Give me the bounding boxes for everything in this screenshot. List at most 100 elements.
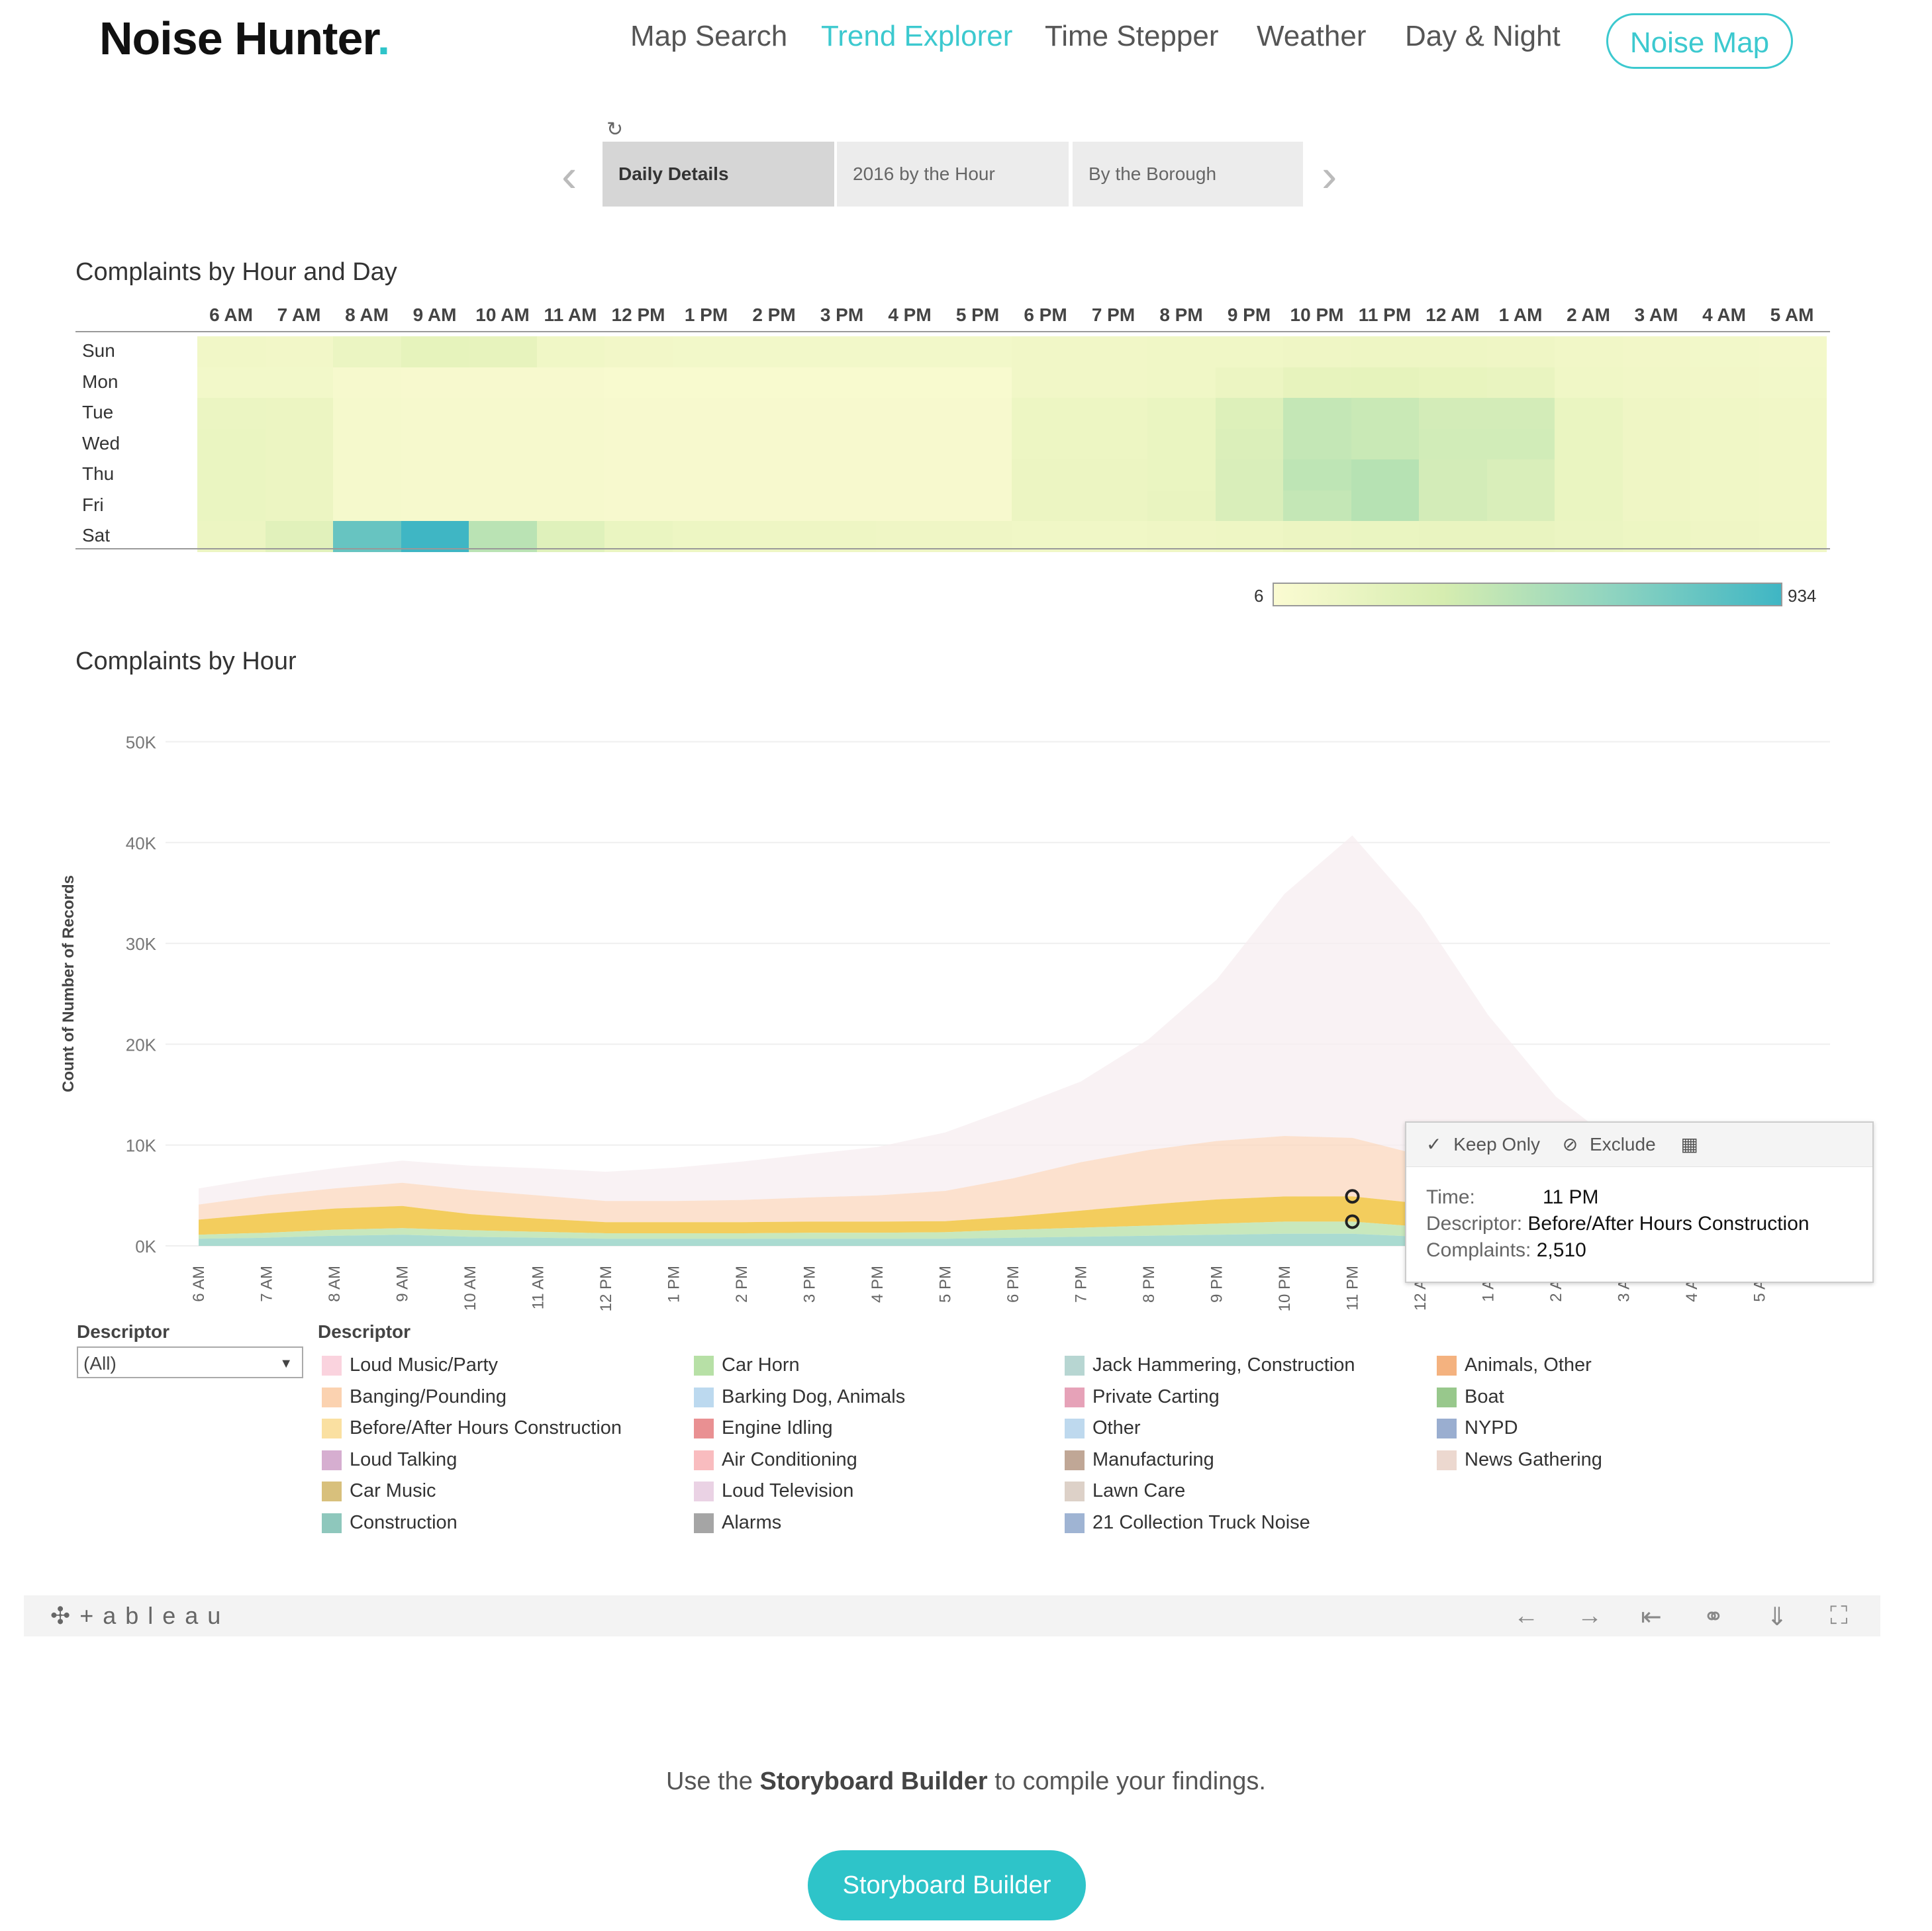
download-icon[interactable]: ⇓: [1766, 1602, 1788, 1632]
legend-label: Animals, Other: [1465, 1354, 1592, 1376]
legend-swatch: [322, 1419, 342, 1439]
legend-item[interactable]: Barking Dog, Animals: [694, 1386, 905, 1408]
legend-label: Private Carting: [1092, 1386, 1220, 1407]
legend-item[interactable]: Alarms: [694, 1512, 781, 1534]
legend-label: Manufacturing: [1092, 1448, 1214, 1470]
check-icon: ✓: [1426, 1134, 1442, 1154]
tooltip-actions: ✓ Keep Only ⊘ Exclude ▦: [1406, 1123, 1872, 1167]
dropdown-arrow-icon: ▼: [279, 1356, 293, 1371]
tooltip: ✓ Keep Only ⊘ Exclude ▦ Time: 11 PM Descr…: [1405, 1121, 1874, 1283]
legend-swatch: [694, 1419, 714, 1439]
legend-item[interactable]: Animals, Other: [1437, 1354, 1592, 1376]
fullscreen-icon[interactable]: ⛶: [1830, 1602, 1848, 1630]
legend-swatch: [322, 1450, 342, 1470]
legend-item[interactable]: Private Carting: [1065, 1386, 1220, 1408]
legend-label: Car Music: [350, 1480, 436, 1501]
legend-item[interactable]: NYPD: [1437, 1417, 1518, 1439]
tooltip-complaints-label: Complaints:: [1426, 1239, 1531, 1261]
legend-item[interactable]: Before/After Hours Construction: [322, 1417, 622, 1439]
keep-only-button[interactable]: Keep Only: [1453, 1134, 1540, 1154]
y-tick-label: 50K: [126, 732, 157, 752]
legend-item[interactable]: Construction: [322, 1512, 458, 1534]
x-tick-label: 4 PM: [869, 1266, 887, 1303]
y-tick-label: 30K: [126, 934, 157, 954]
legend-swatch: [1065, 1513, 1085, 1533]
legend-item[interactable]: Lawn Care: [1065, 1480, 1185, 1502]
tooltip-complaints-value: 2,510: [1536, 1239, 1586, 1261]
legend-swatch: [1065, 1387, 1085, 1407]
legend-item[interactable]: Air Conditioning: [694, 1449, 857, 1471]
tableau-logo[interactable]: ✣ + a b l e a u: [50, 1602, 222, 1630]
legend-label: Barking Dog, Animals: [722, 1386, 906, 1407]
footer-text-before: Use the: [665, 1767, 760, 1795]
legend-item[interactable]: Boat: [1437, 1386, 1504, 1408]
x-tick-label: 11 PM: [1344, 1266, 1362, 1311]
legend-swatch: [1065, 1419, 1085, 1439]
legend-swatch: [1065, 1482, 1085, 1502]
x-tick-label: 7 AM: [258, 1266, 276, 1302]
share-icon[interactable]: ⚭: [1703, 1602, 1724, 1632]
y-tick-label: 10K: [126, 1136, 157, 1156]
legend-label: Engine Idling: [722, 1417, 833, 1438]
undo-icon[interactable]: ←: [1514, 1602, 1539, 1630]
legend-item[interactable]: Banging/Pounding: [322, 1386, 507, 1408]
legend-item[interactable]: Engine Idling: [694, 1417, 833, 1439]
legend-label: News Gathering: [1465, 1448, 1602, 1470]
legend-label: Air Conditioning: [722, 1448, 857, 1470]
legend-swatch: [1437, 1356, 1457, 1376]
legend-swatch: [1065, 1450, 1085, 1470]
legend-label: Loud Television: [722, 1480, 854, 1501]
legend-item[interactable]: Loud Talking: [322, 1449, 457, 1471]
footer-text-after: to compile your findings.: [987, 1767, 1266, 1795]
exclude-button[interactable]: Exclude: [1590, 1134, 1656, 1154]
view-data-icon[interactable]: ▦: [1680, 1134, 1698, 1154]
legend-label: Lawn Care: [1092, 1480, 1186, 1501]
legend-swatch: [1437, 1387, 1457, 1407]
x-tick-label: 12 PM: [597, 1266, 615, 1311]
legend-swatch: [322, 1482, 342, 1502]
x-tick-label: 2 PM: [733, 1266, 751, 1303]
x-tick-label: 11 AM: [530, 1266, 548, 1309]
legend-item[interactable]: 21 Collection Truck Noise: [1065, 1512, 1310, 1534]
legend-swatch: [1437, 1419, 1457, 1439]
redo-icon[interactable]: →: [1577, 1602, 1602, 1630]
footer-text-bold: Storyboard Builder: [759, 1767, 988, 1795]
legend-swatch: [694, 1513, 714, 1533]
legend-item[interactable]: Loud Music/Party: [322, 1354, 498, 1376]
legend-item[interactable]: Car Horn: [694, 1354, 800, 1376]
legend-item[interactable]: Loud Television: [694, 1480, 853, 1502]
tooltip-time-value: 11 PM: [1543, 1186, 1599, 1208]
legend-label: Banging/Pounding: [350, 1386, 507, 1407]
revert-icon[interactable]: ⇤: [1641, 1602, 1662, 1632]
legend-item[interactable]: Jack Hammering, Construction: [1065, 1354, 1355, 1376]
y-tick-label: 20K: [126, 1035, 157, 1055]
legend-item[interactable]: Other: [1065, 1417, 1141, 1439]
legend-swatch: [1437, 1450, 1457, 1470]
legend-swatch: [694, 1450, 714, 1470]
x-tick-label: 6 PM: [1004, 1266, 1022, 1303]
legend-item[interactable]: Car Music: [322, 1480, 436, 1502]
x-tick-label: 9 PM: [1208, 1266, 1226, 1303]
x-tick-label: 6 AM: [190, 1266, 208, 1302]
y-tick-label: 0K: [135, 1237, 156, 1256]
legend-swatch: [694, 1387, 714, 1407]
tooltip-descriptor-label: Descriptor:: [1426, 1213, 1523, 1235]
descriptor-filter-select[interactable]: (All) ▼: [77, 1346, 303, 1378]
legend-label: Construction: [350, 1511, 458, 1533]
x-tick-label: 9 AM: [394, 1266, 412, 1302]
footer-text: Use the Storyboard Builder to compile yo…: [0, 1767, 1932, 1796]
x-tick-label: 10 AM: [461, 1266, 479, 1311]
legend-item[interactable]: Manufacturing: [1065, 1449, 1214, 1471]
tooltip-descriptor-value: Before/After Hours Construction: [1527, 1213, 1810, 1235]
x-tick-label: 10 PM: [1276, 1266, 1294, 1311]
legend-swatch: [322, 1356, 342, 1376]
tableau-mark-icon: ✣: [50, 1602, 72, 1629]
legend-label: Boat: [1465, 1386, 1504, 1407]
x-tick-label: 8 AM: [326, 1266, 344, 1302]
legend-swatch: [322, 1513, 342, 1533]
legend-swatch: [694, 1482, 714, 1502]
exclude-icon: ⊘: [1562, 1134, 1578, 1154]
storyboard-builder-button[interactable]: Storyboard Builder: [808, 1850, 1086, 1920]
legend-item[interactable]: News Gathering: [1437, 1449, 1602, 1471]
legend-title: Descriptor: [318, 1321, 411, 1342]
